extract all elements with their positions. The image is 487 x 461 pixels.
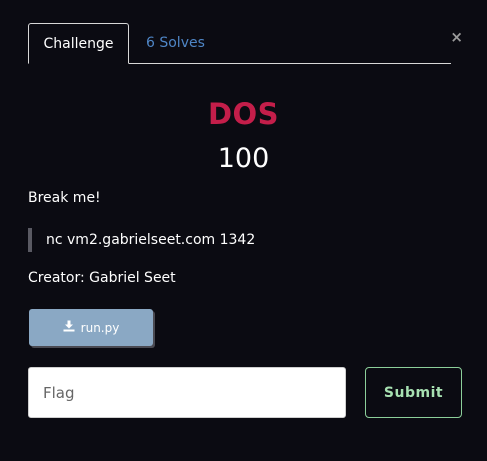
challenge-points: 100	[217, 143, 270, 174]
download-file-button[interactable]: run.py	[29, 309, 153, 346]
close-icon[interactable]: ×	[450, 28, 463, 46]
submit-button[interactable]: Submit	[365, 367, 462, 418]
flag-input[interactable]	[28, 367, 346, 418]
connection-text: nc vm2.gabrielseet.com 1342	[46, 232, 256, 248]
tab-bar: Challenge 6 Solves	[28, 23, 451, 64]
tab-challenge[interactable]: Challenge	[28, 23, 129, 64]
tab-solves[interactable]: 6 Solves	[146, 23, 205, 63]
creator-text: Creator: Gabriel Seet	[28, 270, 176, 286]
challenge-modal: Challenge 6 Solves × DOS 100 Break me! n…	[0, 0, 487, 461]
challenge-description: Break me!	[28, 190, 101, 206]
download-icon	[63, 320, 75, 335]
file-name: run.py	[80, 320, 120, 335]
challenge-title: DOS	[207, 97, 280, 131]
connection-blockquote: nc vm2.gabrielseet.com 1342	[28, 228, 255, 252]
